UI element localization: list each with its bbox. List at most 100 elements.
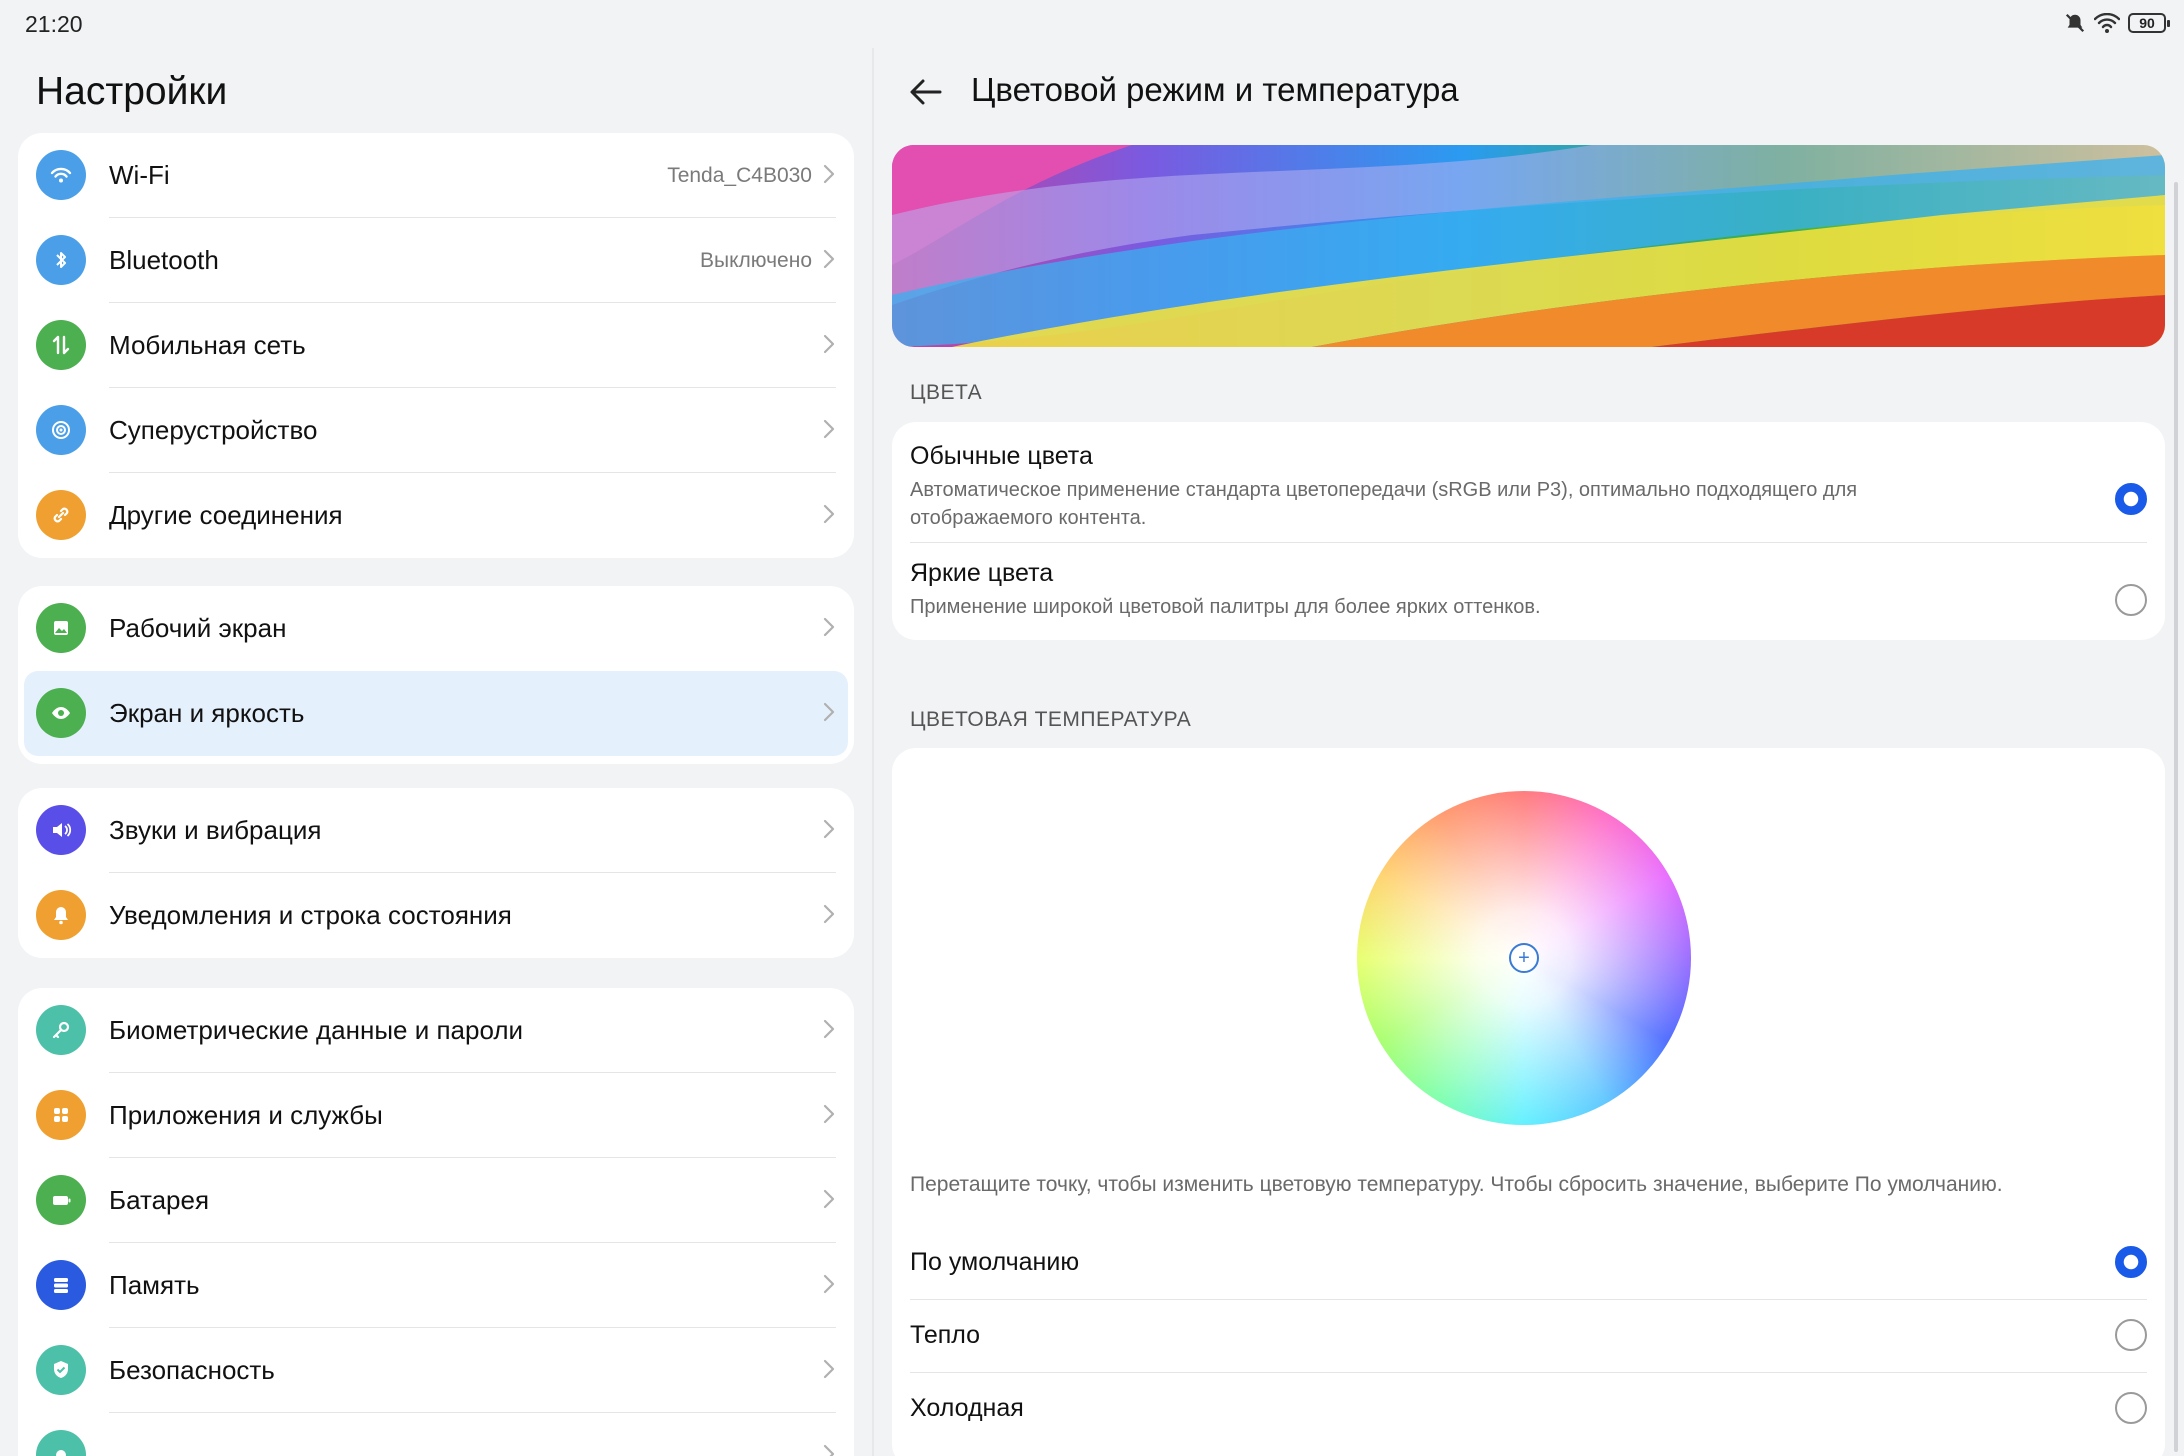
partial-icon — [36, 1430, 86, 1456]
settings-item-mobile-data[interactable]: Мобильная сеть — [18, 303, 854, 388]
vivid-colors-radio[interactable] — [2115, 584, 2147, 616]
settings-item-label: Уведомления и строка состояния — [109, 900, 512, 930]
settings-item-battery[interactable]: Батарея — [18, 1158, 854, 1243]
wifi-status-icon — [2094, 13, 2120, 33]
temp-option-default[interactable]: По умолчанию — [910, 1226, 2147, 1299]
settings-item-label: Экран и яркость — [109, 698, 305, 728]
settings-group: Рабочий экран Экран и яркость — [18, 586, 854, 764]
status-time: 21:20 — [25, 11, 83, 37]
temperature-hint: Перетащите точку, чтобы изменить цветову… — [910, 1173, 2003, 1196]
bluetooth-icon — [36, 235, 86, 285]
storage-icon — [36, 1260, 86, 1310]
battery-icon — [36, 1175, 86, 1225]
settings-item-label: Мобильная сеть — [109, 330, 306, 360]
vivid-colors-option[interactable]: Яркие цвета Применение широкой цветовой … — [910, 559, 2147, 621]
page-title: Цветовой режим и температура — [971, 71, 1459, 108]
battery-indicator: 90 — [2128, 13, 2170, 33]
settings-item-eye[interactable]: Экран и яркость — [24, 671, 848, 756]
settings-item-label: Биометрические данные и пароли — [109, 1015, 524, 1045]
apps-icon — [36, 1090, 86, 1140]
option-title: Яркие цвета — [910, 559, 1054, 587]
bell-icon — [36, 890, 86, 940]
option-title: Холодная — [910, 1394, 1024, 1422]
chevron-right-icon — [823, 164, 835, 184]
settings-title: Настройки — [36, 70, 228, 113]
chevron-right-icon — [823, 1189, 835, 1209]
settings-item-wifi[interactable]: Wi-Fi Tenda_C4B030 — [18, 133, 854, 218]
option-desc: Применение широкой цветовой палитры для … — [910, 596, 1541, 618]
chevron-right-icon — [823, 419, 835, 439]
wallpaper-icon — [36, 603, 86, 653]
chevron-right-icon — [823, 904, 835, 924]
settings-item-bluetooth[interactable]: Bluetooth Выключено — [18, 218, 854, 303]
normal-colors-radio[interactable] — [2115, 483, 2147, 515]
eye-icon — [36, 688, 86, 738]
color-temperature-wheel[interactable]: + — [1357, 791, 1691, 1125]
settings-item-label: Звуки и вибрация — [109, 815, 322, 845]
chevron-right-icon — [823, 334, 835, 354]
settings-item-key[interactable]: Биометрические данные и пароли — [18, 988, 854, 1073]
settings-item-label: Память — [109, 1270, 200, 1300]
scrollbar[interactable] — [2174, 182, 2178, 1452]
chevron-right-icon — [823, 819, 835, 839]
settings-item-bell[interactable]: Уведомления и строка состояния — [18, 873, 854, 958]
chevron-right-icon — [823, 1359, 835, 1379]
color-mode-banner — [892, 145, 2165, 347]
settings-group: Звуки и вибрация Уведомления и строка сос… — [18, 788, 854, 958]
chevron-right-icon — [823, 1444, 835, 1456]
mute-icon — [2065, 13, 2085, 33]
settings-item-partial[interactable] — [18, 1413, 854, 1456]
mobile-data-icon — [36, 320, 86, 370]
back-arrow-icon[interactable] — [906, 72, 946, 112]
super-device-icon — [36, 405, 86, 455]
detail-panel: Цветовой режим и температура ЦВЕТА Обычн… — [874, 48, 2184, 1456]
chevron-right-icon — [823, 1274, 835, 1294]
chevron-right-icon — [823, 249, 835, 269]
color-temperature-card: + Перетащите точку, чтобы изменить цвето… — [892, 748, 2165, 1456]
option-title: Тепло — [910, 1321, 981, 1349]
default-radio[interactable] — [2115, 1246, 2147, 1278]
sound-icon — [36, 805, 86, 855]
settings-item-label: Другие соединения — [109, 500, 343, 530]
chevron-right-icon — [823, 702, 835, 722]
temp-option-warm[interactable]: Тепло — [910, 1299, 2147, 1372]
settings-item-super-device[interactable]: Суперустройство — [18, 388, 854, 473]
color-mode-card: Обычные цвета Автоматическое применение … — [892, 422, 2165, 640]
warm-radio[interactable] — [2115, 1319, 2147, 1351]
settings-item-label: Безопасность — [109, 1355, 275, 1385]
temp-option-cold[interactable]: Холодная — [910, 1372, 2147, 1445]
settings-item-label: Wi-Fi — [109, 160, 170, 190]
shield-icon — [36, 1345, 86, 1395]
chevron-right-icon — [823, 504, 835, 524]
status-icons: 90 — [2064, 12, 2170, 34]
settings-item-label: Рабочий экран — [109, 613, 287, 643]
option-title: Обычные цвета — [910, 442, 1093, 470]
wheel-drag-point[interactable]: + — [1509, 943, 1539, 973]
key-icon — [36, 1005, 86, 1055]
settings-item-value: Tenda_C4B030 — [667, 163, 812, 187]
settings-item-label: Приложения и службы — [109, 1100, 383, 1130]
settings-item-label: Bluetooth — [109, 245, 219, 275]
option-desc: Автоматическое применение стандарта цвет… — [910, 479, 1858, 529]
settings-item-value: Выключено — [700, 248, 812, 272]
settings-sidebar: Настройки Wi-Fi Tenda_C4B030 Bluetooth Выкл… — [0, 48, 872, 1456]
wifi-icon — [36, 150, 86, 200]
settings-item-shield[interactable]: Безопасность — [18, 1328, 854, 1413]
settings-group: Биометрические данные и пароли Приложения… — [18, 988, 854, 1456]
cold-radio[interactable] — [2115, 1392, 2147, 1424]
settings-item-link[interactable]: Другие соединения — [18, 473, 854, 558]
settings-item-label: Батарея — [109, 1185, 210, 1215]
settings-item-apps[interactable]: Приложения и службы — [18, 1073, 854, 1158]
settings-item-sound[interactable]: Звуки и вибрация — [18, 788, 854, 873]
option-title: По умолчанию — [910, 1248, 1080, 1276]
chevron-right-icon — [823, 617, 835, 637]
temperature-section-label: ЦВЕТОВАЯ ТЕМПЕРАТУРА — [910, 708, 1192, 731]
settings-item-storage[interactable]: Память — [18, 1243, 854, 1328]
link-icon — [36, 490, 86, 540]
chevron-right-icon — [823, 1104, 835, 1124]
normal-colors-option[interactable]: Обычные цвета Автоматическое применение … — [910, 442, 2147, 532]
settings-group: Wi-Fi Tenda_C4B030 Bluetooth Выключено Мобил… — [18, 133, 854, 558]
separator — [910, 542, 2147, 543]
status-bar: 21:20 90 — [0, 0, 2184, 48]
settings-item-wallpaper[interactable]: Рабочий экран — [18, 586, 854, 671]
